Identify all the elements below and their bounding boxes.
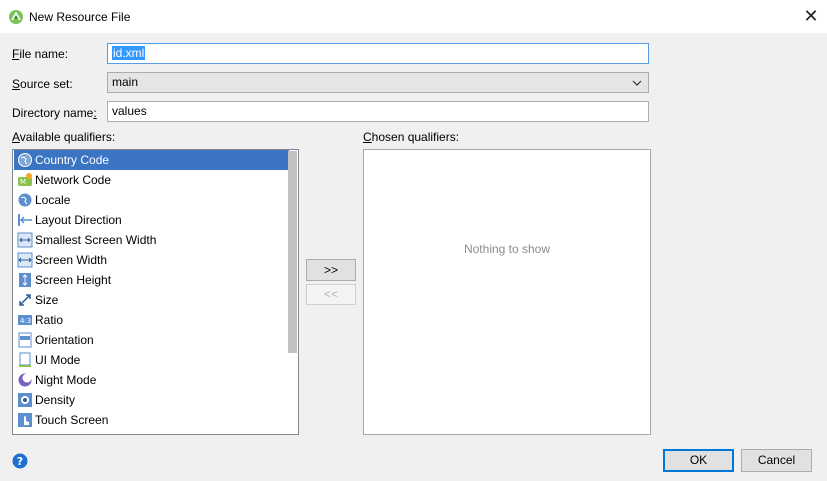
chosen-qualifiers-list[interactable]: Nothing to show xyxy=(363,149,651,435)
file-name-label: File name: xyxy=(12,47,69,61)
touch-screen-icon xyxy=(18,413,32,427)
list-item-orientation[interactable]: Orientation xyxy=(14,330,289,350)
svg-text:?: ? xyxy=(17,455,23,468)
android-studio-icon xyxy=(9,10,23,24)
ratio-icon: 4:3 xyxy=(18,315,32,325)
source-set-label: Source set: xyxy=(12,77,73,91)
list-item-network-code[interactable]: M Network Code xyxy=(14,170,289,190)
directory-name-value: values xyxy=(112,104,147,118)
list-item-screen-height[interactable]: Screen Height xyxy=(14,270,289,290)
size-icon xyxy=(19,294,31,306)
globe-icon xyxy=(18,193,32,207)
list-item-smallest-screen-width[interactable]: Smallest Screen Width xyxy=(14,230,289,250)
svg-text:M: M xyxy=(20,178,26,186)
cancel-button[interactable]: Cancel xyxy=(741,449,812,472)
svg-text:4:3: 4:3 xyxy=(20,317,31,325)
orientation-icon xyxy=(18,332,32,348)
title-bar: New Resource File ✕ xyxy=(0,0,827,33)
night-mode-icon xyxy=(18,373,32,387)
list-item-ui-mode[interactable]: UI Mode xyxy=(14,350,289,370)
ok-button[interactable]: OK xyxy=(663,449,734,472)
network-icon: M xyxy=(18,173,32,186)
help-icon[interactable]: ? xyxy=(12,453,28,469)
list-item-screen-width[interactable]: Screen Width xyxy=(14,250,289,270)
file-name-input[interactable]: id.xml xyxy=(107,43,649,64)
add-qualifier-button[interactable]: >> xyxy=(306,259,356,281)
available-list-scrollbar-thumb[interactable] xyxy=(288,151,297,353)
list-item-night-mode[interactable]: Night Mode xyxy=(14,370,289,390)
screen-width-icon xyxy=(17,252,33,268)
list-item-size[interactable]: Size xyxy=(14,290,289,310)
list-item-country-code[interactable]: Country Code xyxy=(14,150,289,170)
list-item-density[interactable]: Density xyxy=(14,390,289,410)
available-qualifiers-list[interactable]: Country Code M Network Code Locale Layou… xyxy=(12,149,299,435)
list-item-locale[interactable]: Locale xyxy=(14,190,289,210)
source-set-dropdown[interactable]: main xyxy=(107,72,649,93)
chosen-qualifiers-label: Chosen qualifiers: xyxy=(363,130,460,144)
smallest-width-icon xyxy=(17,232,33,248)
layout-direction-icon xyxy=(18,214,32,226)
chevron-down-icon xyxy=(632,80,642,86)
list-item-ratio[interactable]: 4:3 Ratio xyxy=(14,310,289,330)
density-icon xyxy=(18,393,32,407)
available-qualifiers-label: Available qualifiers: xyxy=(12,130,116,144)
list-item-touch-screen[interactable]: Touch Screen xyxy=(14,410,289,430)
empty-state-text: Nothing to show xyxy=(463,242,551,256)
window-title: New Resource File xyxy=(29,10,131,24)
screen-height-icon xyxy=(19,273,31,287)
list-item-layout-direction[interactable]: Layout Direction xyxy=(14,210,289,230)
ui-mode-icon xyxy=(19,352,31,367)
directory-name-label: Directory name: xyxy=(12,106,97,120)
directory-name-input[interactable]: values xyxy=(107,101,649,122)
file-name-value: id.xml xyxy=(112,46,146,60)
globe-icon xyxy=(18,153,32,167)
remove-qualifier-button[interactable]: << xyxy=(306,284,356,305)
source-set-value: main xyxy=(112,75,139,89)
close-icon[interactable]: ✕ xyxy=(795,0,827,33)
